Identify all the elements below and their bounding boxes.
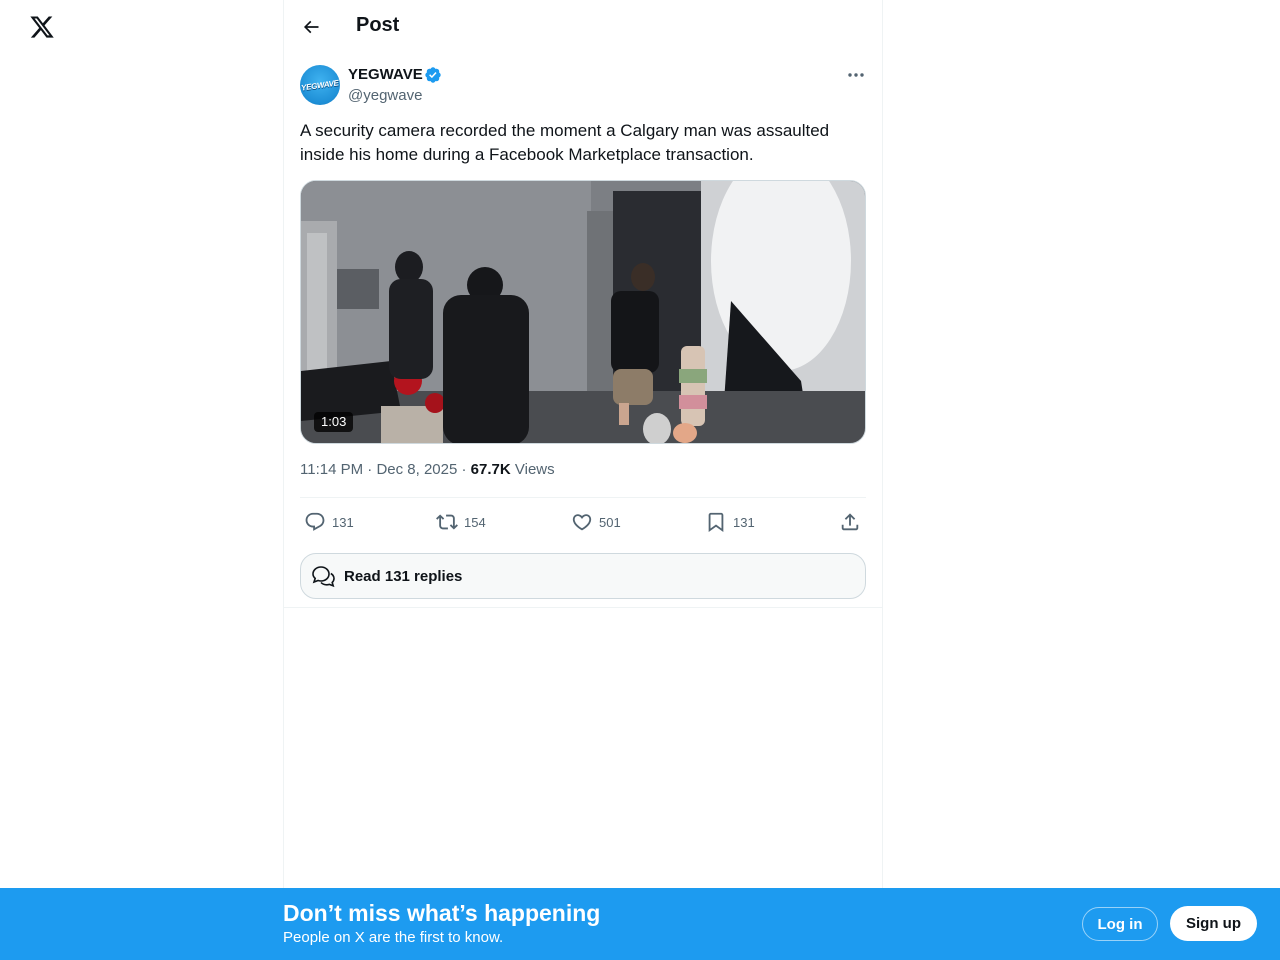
- post-text: A security camera recorded the moment a …: [300, 121, 830, 164]
- reply-count: 131: [332, 514, 354, 530]
- arrow-left-icon: [303, 20, 319, 34]
- author-handle[interactable]: @yegwave: [348, 87, 422, 104]
- post-time[interactable]: 11:14 PM: [300, 461, 363, 478]
- bookmark-button[interactable]: 131: [705, 508, 755, 536]
- speech-bubbles-icon: [312, 566, 335, 588]
- read-replies-label: Read 131 replies: [344, 567, 463, 585]
- login-button[interactable]: Log in: [1082, 907, 1158, 941]
- avatar[interactable]: YEGWAVE: [300, 65, 340, 105]
- video-thumbnail: [301, 181, 865, 443]
- signup-button[interactable]: Sign up: [1170, 906, 1257, 941]
- banner-subtitle: People on X are the first to know.: [283, 929, 504, 946]
- bookmark-count: 131: [733, 514, 755, 530]
- video-player[interactable]: 1:03: [300, 180, 866, 444]
- reply-icon: [305, 512, 325, 531]
- like-button[interactable]: 501: [571, 508, 621, 536]
- page-header: Post: [284, 0, 882, 54]
- video-duration: 1:03: [314, 412, 354, 432]
- share-icon: [841, 513, 859, 531]
- repost-button[interactable]: 154: [436, 508, 486, 536]
- divider: [284, 607, 882, 608]
- meta-separator: ·: [367, 461, 373, 478]
- meta-separator: ·: [461, 461, 467, 478]
- x-logo-icon[interactable]: [29, 14, 55, 40]
- post-date[interactable]: Dec 8, 2025: [376, 461, 457, 478]
- author-name[interactable]: YEGWAVE: [348, 66, 423, 83]
- divider: [300, 497, 866, 498]
- avatar-logo-text: YEGWAVE: [300, 77, 340, 93]
- back-button[interactable]: [294, 10, 328, 44]
- more-options-button[interactable]: [841, 64, 871, 86]
- repost-icon: [436, 514, 458, 530]
- verified-badge-icon: [424, 66, 442, 84]
- banner-title: Don’t miss what’s happening: [283, 900, 601, 926]
- post-column: Post YEGWAVE YEGWAVE @yegwave A security…: [283, 0, 883, 888]
- bookmark-icon: [708, 512, 724, 533]
- views-count: 67.7K: [470, 461, 511, 478]
- read-replies-button[interactable]: Read 131 replies: [300, 553, 866, 599]
- heart-icon: [572, 514, 592, 531]
- page-title: Post: [356, 14, 400, 36]
- post-meta: 11:14 PM · Dec 8, 2025 · 67.7K Views: [300, 461, 555, 478]
- views-label: Views: [514, 461, 555, 478]
- like-count: 501: [599, 514, 621, 530]
- reply-button[interactable]: 131: [304, 508, 354, 536]
- share-button[interactable]: [839, 508, 861, 536]
- repost-count: 154: [464, 514, 486, 530]
- more-horizontal-icon: [848, 73, 864, 77]
- action-bar: 131 154 501 131: [300, 508, 866, 536]
